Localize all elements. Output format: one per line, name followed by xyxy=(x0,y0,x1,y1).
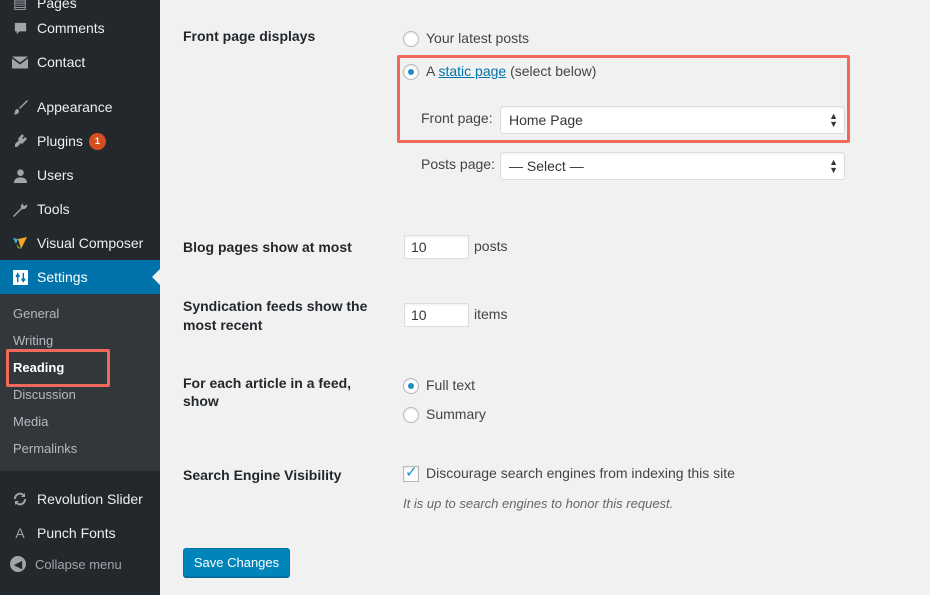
sidebar-item-comments[interactable]: Comments xyxy=(0,11,160,45)
static-page-label[interactable]: A static page (select below) xyxy=(426,63,596,79)
sidebar-item-contact[interactable]: Contact xyxy=(0,45,160,79)
static-page-prefix: A xyxy=(426,63,435,79)
posts-per-page-input[interactable]: 10 xyxy=(404,235,469,259)
visual-composer-icon xyxy=(10,233,30,253)
front-page-displays-label: Front page displays xyxy=(183,28,316,44)
radio-full-text[interactable] xyxy=(403,378,419,394)
submenu-item-reading[interactable]: Reading xyxy=(13,360,64,375)
posts-page-select[interactable]: — Select — ▲ ▼ xyxy=(500,152,845,180)
front-page-select-label: Front page: xyxy=(421,110,493,126)
syndication-label-line1: Syndication feeds show the xyxy=(183,298,368,314)
front-page-select[interactable]: Home Page ▲ ▼ xyxy=(500,106,845,134)
select-arrows-icon: ▲ ▼ xyxy=(829,157,838,175)
discourage-search-checkbox[interactable]: ✓ xyxy=(403,464,419,482)
submenu-item-discussion[interactable]: Discussion xyxy=(13,387,76,402)
sidebar-item-label: Plugins xyxy=(37,133,83,149)
feed-items-input[interactable]: 10 xyxy=(404,303,469,327)
discourage-search-label[interactable]: Discourage search engines from indexing … xyxy=(426,465,735,481)
sidebar-item-label: Punch Fonts xyxy=(37,525,116,541)
update-count-badge: 1 xyxy=(88,132,106,150)
sidebar-item-label: Settings xyxy=(37,269,88,285)
sidebar-item-label: Users xyxy=(37,167,74,183)
submenu-item-media[interactable]: Media xyxy=(13,414,48,429)
submenu-item-writing[interactable]: Writing xyxy=(13,333,53,348)
comments-icon xyxy=(10,18,30,38)
save-changes-button[interactable]: Save Changes xyxy=(183,548,290,577)
sidebar-item-users[interactable]: Users xyxy=(0,158,160,192)
collapse-menu-button[interactable]: ◀ Collapse menu xyxy=(10,556,122,572)
search-visibility-description: It is up to search engines to honor this… xyxy=(403,496,674,511)
collapse-menu-label: Collapse menu xyxy=(35,556,122,572)
envelope-icon xyxy=(10,52,30,72)
blog-pages-label: Blog pages show at most xyxy=(183,239,352,255)
static-page-suffix: (select below) xyxy=(510,63,597,79)
feed-article-label-line1: For each article in a feed, xyxy=(183,375,352,391)
sidebar-item-visual-composer[interactable]: Visual Composer xyxy=(0,226,160,260)
sidebar-item-label: Tools xyxy=(37,201,70,217)
refresh-icon xyxy=(10,489,30,509)
radio-summary[interactable] xyxy=(403,407,419,423)
checkmark-icon: ✓ xyxy=(405,464,418,481)
sidebar-item-label: Visual Composer xyxy=(37,235,144,251)
feed-items-value: 10 xyxy=(411,307,427,323)
paintbrush-icon xyxy=(10,97,30,117)
summary-label[interactable]: Summary xyxy=(426,406,486,422)
settings-icon xyxy=(10,267,30,287)
sidebar-item-label: Pages xyxy=(37,0,77,11)
sidebar-item-label: Appearance xyxy=(37,99,113,115)
sidebar-item-tools[interactable]: Tools xyxy=(0,192,160,226)
admin-sidebar: ▤ Pages Comments Contact Appearance Plug… xyxy=(0,0,160,595)
settings-submenu: General Writing Reading Discussion Media… xyxy=(0,294,160,471)
syndication-label-line2: most recent xyxy=(183,317,263,333)
posts-page-select-label: Posts page: xyxy=(421,156,495,172)
radio-static-page[interactable] xyxy=(403,64,419,80)
submenu-item-general[interactable]: General xyxy=(13,306,59,321)
feed-article-label-line2: show xyxy=(183,393,219,409)
posts-unit-label: posts xyxy=(474,238,508,254)
latest-posts-label[interactable]: Your latest posts xyxy=(426,30,529,46)
full-text-label[interactable]: Full text xyxy=(426,377,475,393)
font-icon: A xyxy=(15,525,25,541)
collapse-arrow-icon: ◀ xyxy=(10,556,26,572)
select-arrows-icon: ▲ ▼ xyxy=(829,111,838,129)
reading-settings-form: Front page displays Your latest posts A … xyxy=(160,0,930,595)
sidebar-item-appearance[interactable]: Appearance xyxy=(0,90,160,124)
wrench-icon xyxy=(10,199,30,219)
sidebar-item-settings[interactable]: Settings xyxy=(0,260,160,294)
sidebar-item-plugins[interactable]: Plugins 1 xyxy=(0,124,160,158)
sidebar-item-punch-fonts[interactable]: A Punch Fonts xyxy=(0,516,160,550)
posts-page-select-value: — Select — xyxy=(509,158,584,174)
items-unit-label: items xyxy=(474,306,508,322)
submenu-item-permalinks[interactable]: Permalinks xyxy=(13,441,77,456)
search-visibility-label: Search Engine Visibility xyxy=(183,467,342,483)
plugin-icon xyxy=(10,131,30,151)
active-indicator xyxy=(152,269,160,285)
sidebar-item-revolution-slider[interactable]: Revolution Slider xyxy=(0,482,160,516)
radio-latest-posts[interactable] xyxy=(403,31,419,47)
posts-per-page-value: 10 xyxy=(411,239,427,255)
sidebar-item-label: Contact xyxy=(37,54,86,70)
static-page-link[interactable]: static page xyxy=(438,63,506,79)
front-page-select-value: Home Page xyxy=(509,112,583,128)
sidebar-item-label: Comments xyxy=(37,20,105,36)
user-icon xyxy=(10,165,30,185)
sidebar-item-label: Revolution Slider xyxy=(37,491,143,507)
